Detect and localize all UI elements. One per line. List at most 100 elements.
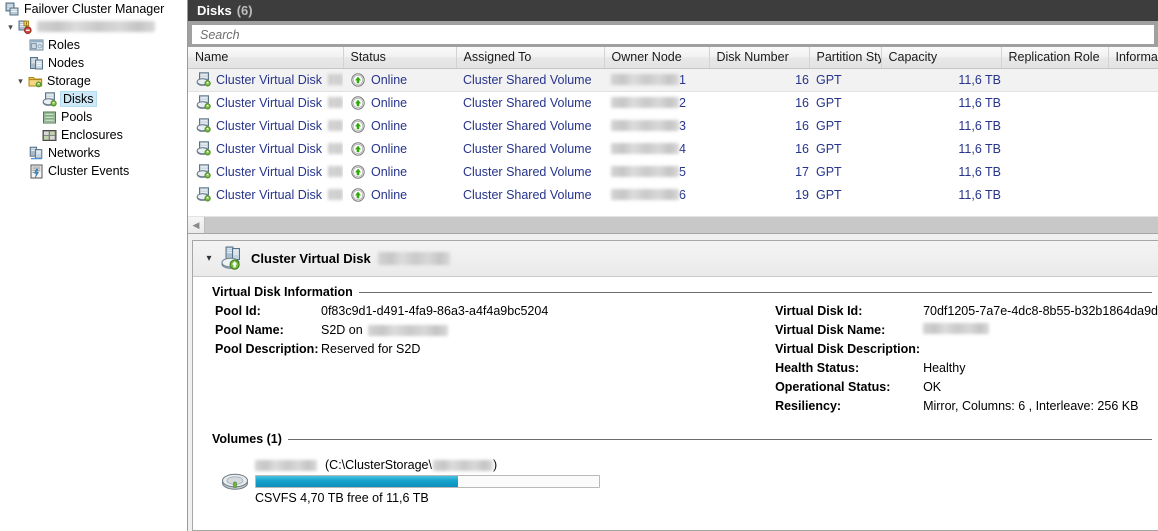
- redacted-disk-name: [377, 252, 450, 265]
- volume-title: (C:\ClusterStorage\ ): [255, 458, 600, 472]
- scrollbar-track[interactable]: [205, 217, 1158, 233]
- redacted-owner-node: [611, 74, 679, 85]
- field-health-status-value: Healthy: [923, 361, 966, 375]
- pools-icon: [41, 109, 57, 125]
- table-row[interactable]: Cluster Virtual Disk Online Cluster Shar…: [188, 160, 1158, 183]
- tree-item-cluster[interactable]: ▾: [0, 18, 187, 36]
- tree-root-label: Failover Cluster Manager: [24, 2, 165, 16]
- cell-status-text: Online: [371, 187, 408, 202]
- cell-information: [1108, 91, 1158, 114]
- cell-partition-style: GPT: [809, 67, 881, 92]
- redacted-virtual-disk-name: [923, 323, 990, 334]
- disk-icon: [195, 72, 211, 88]
- chevron-down-icon[interactable]: ▾: [14, 75, 27, 88]
- cell-partition-style: GPT: [816, 118, 842, 133]
- online-status-icon: [350, 118, 366, 134]
- search-placeholder: Search: [200, 27, 240, 42]
- field-resiliency-label: Resiliency:: [775, 399, 842, 413]
- sidebar-item-storage[interactable]: ▾ Storage: [0, 72, 187, 90]
- details-title-text: Cluster Virtual Disk: [251, 251, 371, 266]
- cell-name: Cluster Virtual Disk: [188, 91, 343, 114]
- field-resiliency-value: Mirror, Columns: 6 , Interleave: 256 KB: [923, 399, 1139, 413]
- table-row[interactable]: Cluster Virtual Disk Online Cluster Shar…: [188, 114, 1158, 137]
- horizontal-scrollbar[interactable]: ◀: [188, 216, 1158, 233]
- sidebar-item-cluster-events[interactable]: Cluster Events: [0, 162, 187, 180]
- column-header-capacity[interactable]: Capacity: [881, 47, 1002, 69]
- table-row[interactable]: Cluster Virtual Disk Online Cluster Shar…: [188, 91, 1158, 114]
- search-input[interactable]: Search: [192, 25, 1154, 44]
- disks-icon: [41, 91, 57, 107]
- volume-capacity-text: CSVFS 4,70 TB free of 11,6 TB: [255, 491, 429, 505]
- cell-owner-node: 2: [604, 91, 709, 114]
- field-pool-name-label: Pool Name:: [215, 323, 284, 337]
- column-header-name[interactable]: Name: [188, 47, 344, 69]
- volume-path-suffix: ): [492, 458, 498, 472]
- chevron-down-icon[interactable]: ▾: [4, 21, 17, 34]
- column-header-replication-role[interactable]: Replication Role: [1001, 47, 1109, 69]
- disks-table: Name Status Assigned To Owner Node Disk …: [188, 47, 1158, 206]
- field-pool-id-value: 0f83c9d1-d491-4fa9-86a3-a4f4a9bc5204: [321, 304, 549, 318]
- cell-replication-role: [1001, 91, 1108, 114]
- cell-status-text: Online: [371, 95, 408, 110]
- cell-replication-role: [1001, 114, 1108, 137]
- storage-folder-icon: [27, 73, 43, 89]
- cluster-virtual-disk-icon: [219, 246, 245, 270]
- chevron-down-icon[interactable]: ▾: [199, 253, 219, 264]
- table-row[interactable]: Cluster Virtual Disk Online Cluster Shar…: [188, 137, 1158, 160]
- details-title: Cluster Virtual Disk: [251, 251, 450, 266]
- sidebar-item-nodes-label: Nodes: [48, 56, 85, 70]
- nodes-icon: [28, 55, 44, 71]
- scroll-left-icon[interactable]: ◀: [188, 217, 205, 233]
- table-empty-space: [188, 206, 1158, 216]
- section-divider: [358, 291, 1152, 293]
- cell-capacity: 11,6 TB: [958, 95, 1001, 110]
- field-virtual-disk-description: Virtual Disk Description:: [775, 342, 1158, 361]
- field-pool-description-value: Reserved for S2D: [321, 342, 421, 356]
- table-row[interactable]: Cluster Virtual Disk Online Cluster Shar…: [188, 67, 1158, 92]
- column-header-partition-style[interactable]: Partition Style: [809, 47, 882, 69]
- enclosures-icon: [41, 127, 57, 143]
- column-header-owner-node[interactable]: Owner Node: [604, 47, 710, 69]
- column-header-status[interactable]: Status: [343, 47, 457, 69]
- details-header[interactable]: ▾ Cluster Virtual Disk: [193, 241, 1158, 277]
- cell-replication-role: [1001, 137, 1108, 160]
- sidebar-item-pools-label: Pools: [61, 110, 93, 124]
- cell-name-text: Cluster Virtual Disk: [216, 95, 323, 110]
- table-row[interactable]: Cluster Virtual Disk Online Cluster Shar…: [188, 183, 1158, 206]
- online-status-icon: [350, 141, 366, 157]
- volume-info: (C:\ClusterStorage\ ) CSVFS 4,70 TB free…: [255, 458, 600, 505]
- redacted-owner-node: [611, 189, 679, 200]
- sidebar-item-nodes[interactable]: Nodes: [0, 54, 187, 72]
- failover-cluster-manager-window: Failover Cluster Manager ▾ Roles Nodes ▾…: [0, 0, 1158, 531]
- sidebar-item-enclosures-label: Enclosures: [61, 128, 123, 142]
- tree-root-failover-cluster-manager[interactable]: Failover Cluster Manager: [0, 0, 187, 18]
- column-header-assigned-to[interactable]: Assigned To: [456, 47, 605, 69]
- sidebar-item-networks[interactable]: Networks: [0, 144, 187, 162]
- field-pool-name: Pool Name: S2D on: [215, 323, 775, 342]
- volume-item[interactable]: (C:\ClusterStorage\ ) CSVFS 4,70 TB free…: [193, 458, 1158, 505]
- cell-partition-style: GPT: [816, 187, 842, 202]
- cell-disk-number: 16: [795, 118, 809, 133]
- details-pane: ▾ Cluster Virtual Disk Virtual Disk Info…: [192, 240, 1158, 531]
- cell-owner-node-suffix: 1: [679, 72, 686, 87]
- redacted-volume-name: [255, 459, 317, 471]
- table-body: Cluster Virtual Disk Online Cluster Shar…: [188, 67, 1158, 206]
- redacted-disk-suffix: [328, 120, 343, 131]
- cell-capacity: 11,6 TB: [958, 141, 1001, 156]
- sidebar-item-enclosures[interactable]: Enclosures: [0, 126, 187, 144]
- sidebar-item-disks[interactable]: Disks: [0, 90, 187, 108]
- section-virtual-disk-information: Virtual Disk Information: [193, 285, 1158, 299]
- sidebar-item-roles[interactable]: Roles: [0, 36, 187, 54]
- field-virtual-disk-id-value: 70df1205-7a7e-4dc8-8b55-b32b1864da9d: [923, 304, 1158, 318]
- main-content-area: Disks (6) Search Name Status Assigned To…: [188, 0, 1158, 531]
- cell-replication-role: [1001, 160, 1108, 183]
- column-header-disk-number[interactable]: Disk Number: [709, 47, 810, 69]
- field-operational-status-label: Operational Status:: [775, 380, 891, 394]
- column-header-information[interactable]: Informa: [1108, 47, 1158, 69]
- sidebar-item-roles-label: Roles: [48, 38, 80, 52]
- sidebar-item-pools[interactable]: Pools: [0, 108, 187, 126]
- cell-status-text: Online: [371, 72, 408, 87]
- field-health-status: Health Status: Healthy: [775, 361, 1158, 380]
- cell-status: Online: [343, 91, 456, 114]
- cell-assigned-to: Cluster Shared Volume: [463, 141, 592, 156]
